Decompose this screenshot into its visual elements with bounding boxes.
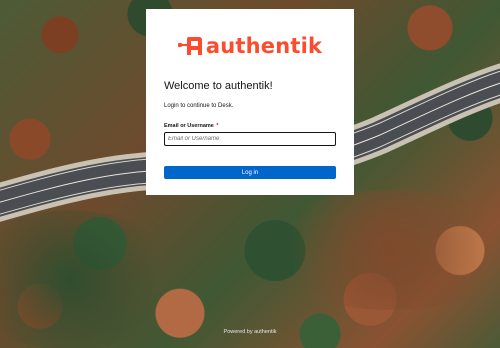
required-marker: * xyxy=(216,123,219,129)
login-card: authentik Welcome to authentik! Login to… xyxy=(146,9,354,195)
page-subtitle: Login to continue to Desk. xyxy=(164,103,234,109)
email-field-label: Email or Username * xyxy=(164,123,336,129)
email-field-label-text: Email or Username xyxy=(164,123,214,129)
brand-logo: authentik xyxy=(164,34,336,58)
email-or-username-input[interactable] xyxy=(164,132,336,146)
login-button[interactable]: Log in xyxy=(164,166,336,179)
page-title: Welcome to authentik! xyxy=(164,80,273,92)
authentik-logo-icon xyxy=(177,37,202,55)
powered-by-footer: Powered by authentik xyxy=(223,329,277,335)
brand-wordmark: authentik xyxy=(205,34,323,58)
